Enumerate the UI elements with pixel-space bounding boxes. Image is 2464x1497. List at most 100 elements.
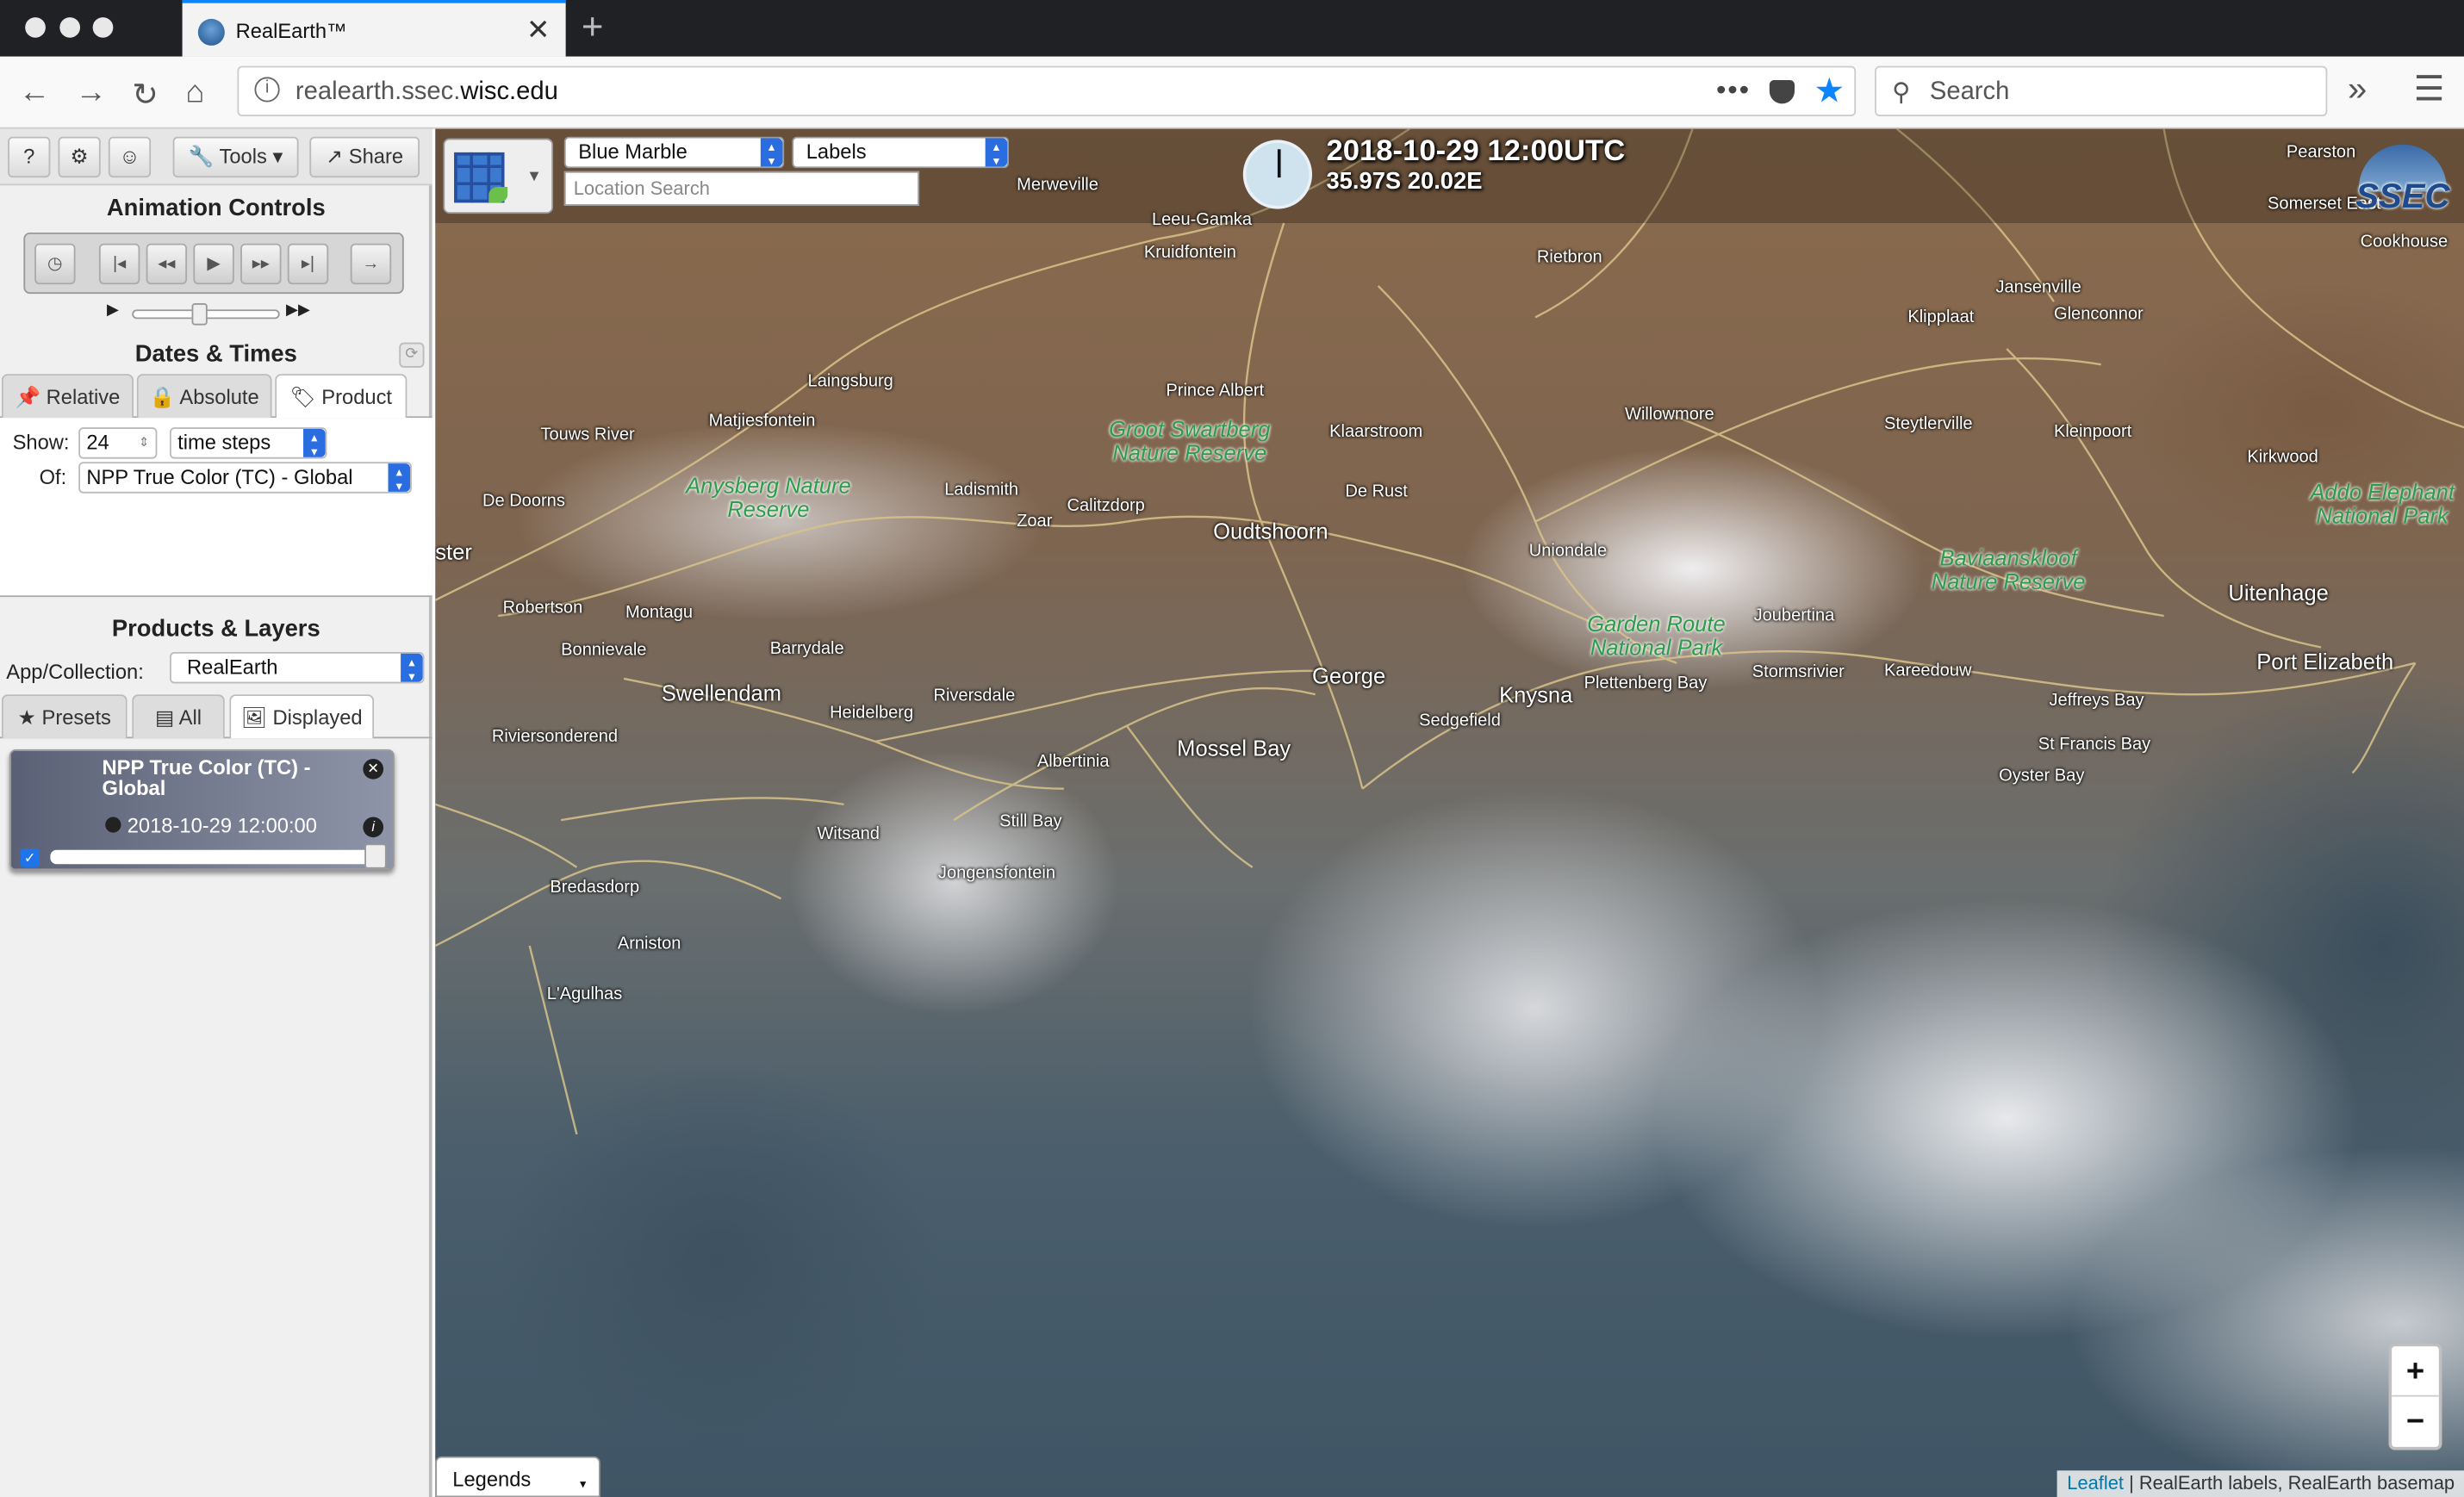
step-forward-button[interactable]: ▸▸ (240, 243, 282, 285)
zoom-out-button[interactable]: − (2392, 1397, 2439, 1447)
speed-slider[interactable]: ▶ ▶▶ (103, 299, 323, 330)
tab-product[interactable]: 🏷 Product (275, 374, 408, 419)
tab-all[interactable]: ▤ All (132, 694, 225, 739)
browser-tab-bar: RealEarth™ ✕ + (0, 0, 2464, 57)
steps-select[interactable]: time steps ▴ ▾ (169, 427, 327, 459)
legends-toggle[interactable]: Legends ▾ (435, 1456, 600, 1497)
overflow-chevron-icon[interactable]: » (2348, 69, 2367, 109)
forward-arrow-icon[interactable]: → (76, 76, 107, 112)
place-label: Joubertina (1753, 606, 1835, 625)
place-label: Heidelberg (830, 704, 914, 724)
place-label: Klipplaat (1907, 307, 1975, 327)
tab-relative[interactable]: 📌 Relative (1, 374, 134, 419)
new-tab-icon[interactable]: + (582, 6, 604, 50)
place-label: Arniston (617, 935, 681, 954)
home-icon[interactable]: ⌂ (185, 76, 204, 112)
basemap-picker-button[interactable]: ▼ (443, 138, 554, 214)
window-minimize-dot[interactable] (59, 17, 81, 38)
tools-button[interactable]: 🔧 Tools ▾ (172, 136, 299, 178)
place-label: Pearston (2286, 142, 2356, 162)
user-button[interactable]: ☺ (108, 136, 152, 178)
window-close-dot[interactable] (25, 17, 46, 38)
place-label: Riversdale (933, 686, 1016, 705)
browser-tab[interactable]: RealEarth™ ✕ (182, 0, 566, 57)
basemap-select[interactable]: Blue Marble ▴ ▾ (563, 136, 785, 169)
tab-presets[interactable]: ★ Presets (1, 694, 128, 739)
place-label: Witsand (817, 824, 880, 844)
first-frame-button[interactable]: |◂ (98, 243, 140, 285)
layer-visible-checkbox[interactable]: ✓ (20, 848, 40, 867)
opacity-slider-handle[interactable] (364, 843, 387, 869)
back-arrow-icon[interactable]: ← (19, 76, 50, 112)
place-label: Plettenberg Bay (1584, 674, 1708, 693)
place-label: George (1312, 662, 1386, 688)
place-label: Port Elizabeth (2256, 649, 2394, 674)
pocket-icon[interactable] (1769, 80, 1795, 104)
leaflet-link[interactable]: Leaflet (2067, 1472, 2124, 1494)
tab-displayed[interactable]: 🖼 Displayed (229, 694, 375, 739)
map-attribution: Leaflet | RealEarth labels, RealEarth ba… (2057, 1470, 2464, 1497)
place-label: Knysna (1499, 681, 1573, 707)
opacity-slider[interactable] (50, 849, 384, 865)
place-label: Oyster Bay (1999, 767, 2085, 786)
speed-slider-handle[interactable] (191, 303, 208, 326)
place-label: Touws River (540, 425, 635, 445)
close-tab-icon[interactable]: ✕ (526, 14, 551, 47)
reload-icon[interactable]: ↻ (132, 76, 159, 115)
site-info-icon[interactable]: i (254, 77, 280, 102)
settings-gear-button[interactable]: ⚙ (58, 136, 101, 178)
clock-button[interactable]: ◷ (34, 243, 76, 285)
place-label: Stormsrivier (1752, 662, 1845, 682)
tab-absolute[interactable]: 🔒 Absolute (136, 374, 272, 419)
show-count-input[interactable]: 24 ⇕ (78, 427, 158, 459)
map-timestamp: 2018-10-29 12:00UTC (1326, 134, 1626, 169)
product-tabs: ★ Presets ▤ All 🖼 Displayed (0, 694, 432, 739)
location-search-input[interactable]: Location Search (563, 171, 920, 206)
step-back-button[interactable]: ◂◂ (146, 243, 188, 285)
animation-controls: ◷ |◂ ◂◂ ▶ ▸▸ ▸| → (23, 232, 404, 295)
page-actions-icon[interactable]: ••• (1716, 74, 1751, 107)
bookmark-star-icon[interactable]: ★ (1814, 71, 1845, 111)
place-label: Laingsburg (807, 372, 893, 392)
place-label: Jongensfontein (937, 864, 1056, 884)
layer-info-icon[interactable]: i (363, 817, 384, 838)
url-text: realearth.ssec.wisc.edu (295, 78, 558, 106)
place-label: ster (435, 538, 472, 564)
url-bar[interactable]: i realearth.ssec.wisc.edu ••• ★ (237, 65, 1857, 116)
ssec-favicon-icon (197, 18, 225, 46)
tab-title: RealEarth™ (235, 18, 347, 43)
overlay-select[interactable]: Labels ▴ ▾ (792, 136, 1010, 169)
layer-card[interactable]: NPP True Color (TC) - Global ✕ 2018-10-2… (9, 749, 395, 871)
share-button[interactable]: ↗ Share (309, 136, 420, 178)
layer-name: NPP True Color (TC) - Global (102, 755, 311, 800)
ssec-logo[interactable]: SSEC (2353, 141, 2454, 217)
products-layers-title: Products & Layers (111, 616, 320, 643)
map-view[interactable]: Merweville Leeu-Gamka Kruidfontein Rietb… (435, 128, 2464, 1497)
product-select[interactable]: NPP True Color (TC) - Global ▴ ▾ (78, 462, 412, 494)
export-button[interactable]: → (350, 243, 392, 285)
place-label: Kareedouw (1883, 661, 1972, 680)
place-label: Oudtshoorn (1213, 518, 1328, 544)
date-mode-tabs: 📌 Relative 🔒 Absolute 🏷 Product (0, 374, 432, 419)
place-label: Sedgefield (1419, 711, 1501, 731)
browser-search-box[interactable]: ⚲ Search (1875, 65, 2328, 116)
remove-layer-icon[interactable]: ✕ (363, 758, 384, 780)
last-frame-button[interactable]: ▸| (287, 243, 329, 285)
place-label: Mossel Bay (1177, 735, 1291, 761)
place-label: Montagu (625, 603, 694, 623)
place-label: Matjiesfontein (708, 411, 816, 431)
park-label: Groot Swartberg Nature Reserve (1109, 416, 1271, 465)
help-button[interactable]: ? (8, 136, 51, 178)
play-button[interactable]: ▶ (193, 243, 234, 285)
place-label: Ladismith (944, 481, 1019, 500)
place-label: Glenconnor (2053, 304, 2144, 324)
place-label: Prince Albert (1166, 382, 1265, 401)
window-zoom-dot[interactable] (92, 17, 114, 38)
menu-hamburger-icon[interactable]: ☰ (2414, 69, 2445, 109)
refresh-icon[interactable]: ⟳ (399, 342, 425, 368)
search-icon: ⚲ (1892, 80, 1911, 108)
layer-time: 2018-10-29 12:00:00 (127, 813, 317, 838)
collection-select[interactable]: RealEarth ▴ ▾ (169, 651, 425, 684)
animation-controls-title: Animation Controls (106, 195, 326, 222)
zoom-in-button[interactable]: + (2392, 1346, 2439, 1397)
